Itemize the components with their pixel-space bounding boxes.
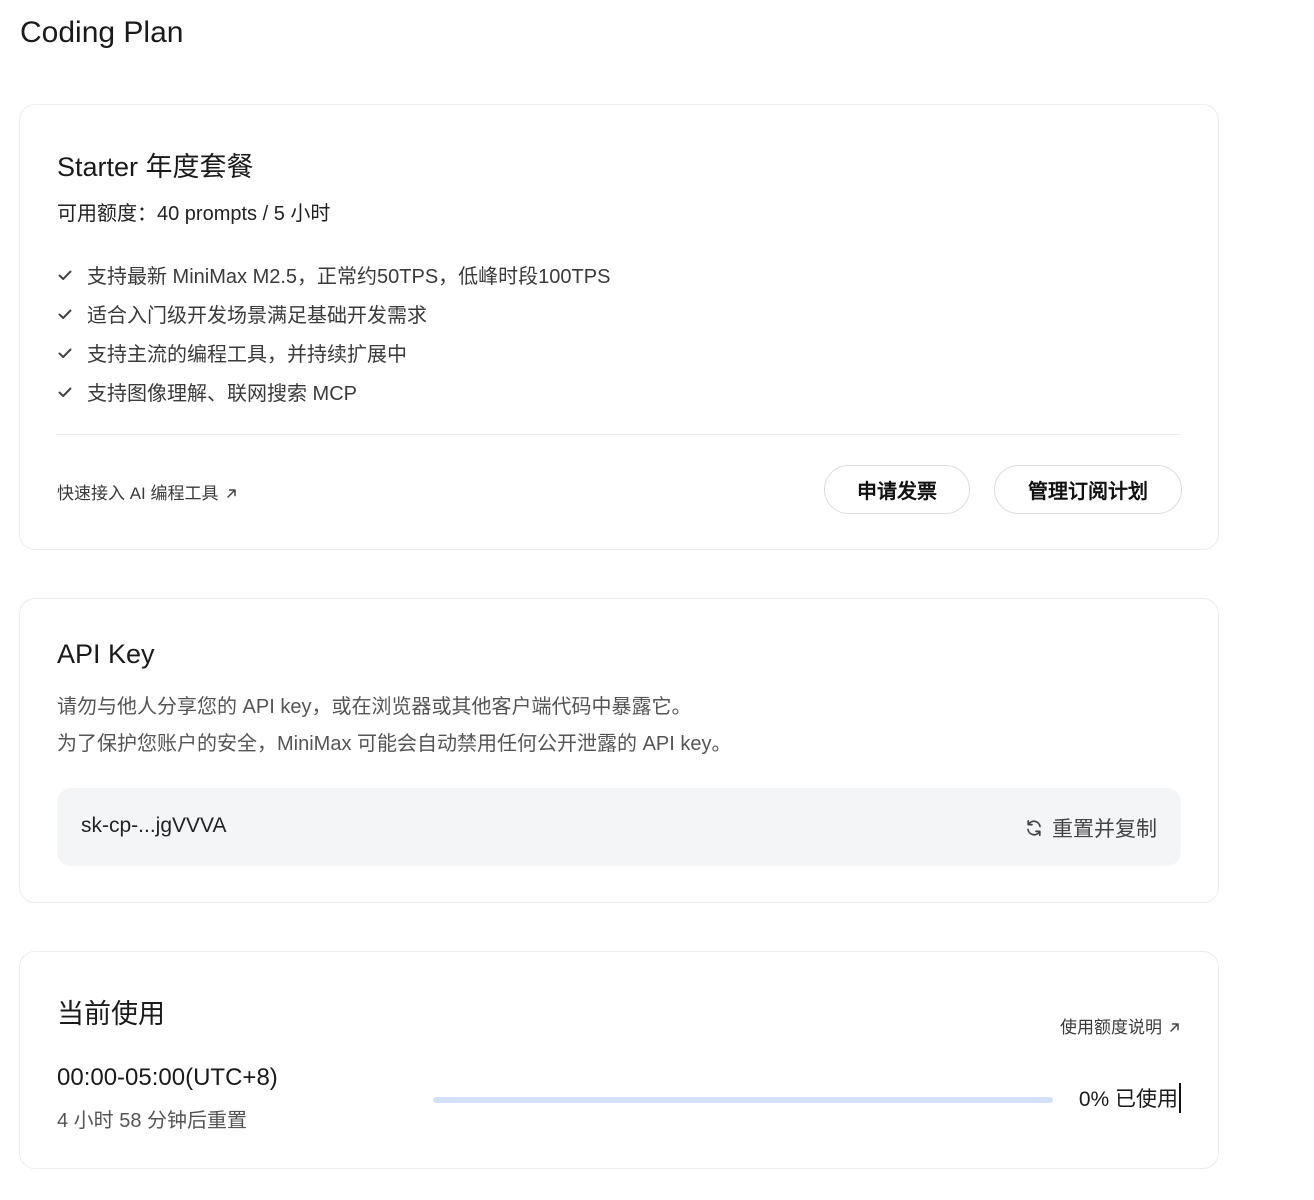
quick-connect-label: 快速接入 AI 编程工具 [57,484,219,503]
plan-name: Starter 年度套餐 [57,152,254,182]
feature-text: 支持图像理解、联网搜索 MCP [87,383,357,405]
page-title: Coding Plan [20,16,184,49]
divider [57,434,1181,435]
manage-subscription-button[interactable]: 管理订阅计划 [994,465,1182,514]
feature-text: 支持主流的编程工具，并持续扩展中 [87,344,407,366]
usage-reset-countdown: 4 小时 58 分钟后重置 [57,1110,248,1132]
feature-text: 支持最新 MiniMax M2.5，正常约50TPS，低峰时段100TPS [87,266,611,288]
usage-card: 当前使用 使用额度说明 00:00-05:00(UTC+8) 4 小时 58 分… [19,951,1219,1169]
reset-and-copy-button[interactable]: 重置并复制 [1024,813,1157,843]
usage-percent: 0% 已使用 [1079,1083,1181,1113]
usage-help-label: 使用额度说明 [1060,1018,1162,1037]
feature-item: 支持主流的编程工具，并持续扩展中 [57,333,610,372]
api-key-title: API Key [57,639,155,669]
feature-item: 支持图像理解、联网搜索 MCP [57,372,610,411]
feature-item: 适合入门级开发场景满足基础开发需求 [57,294,610,333]
api-key-warning: 请勿与他人分享您的 API key，或在浏览器或其他客户端代码中暴露它。 [57,696,692,718]
usage-help-link[interactable]: 使用额度说明 [1060,1013,1181,1038]
arrow-up-right-icon [1168,1019,1181,1032]
api-key-value: sk-cp-...jgVVVA [81,814,227,837]
usage-time-window: 00:00-05:00(UTC+8) [57,1064,278,1091]
request-invoice-button[interactable]: 申请发票 [824,465,970,514]
check-icon [57,265,87,285]
usage-progress-bar [433,1097,1053,1103]
quick-connect-link[interactable]: 快速接入 AI 编程工具 [57,479,238,504]
reset-and-copy-label: 重置并复制 [1052,818,1157,841]
check-icon [57,382,87,402]
api-key-card: API Key 请勿与他人分享您的 API key，或在浏览器或其他客户端代码中… [19,598,1219,903]
check-icon [57,343,87,363]
feature-item: 支持最新 MiniMax M2.5，正常约50TPS，低峰时段100TPS [57,255,610,294]
api-key-box: sk-cp-...jgVVVA 重置并复制 [57,788,1181,866]
refresh-icon [1024,818,1044,838]
usage-title: 当前使用 [57,999,165,1029]
check-icon [57,304,87,324]
feature-text: 适合入门级开发场景满足基础开发需求 [87,305,427,327]
arrow-up-right-icon [225,485,238,498]
plan-quota: 可用额度：40 prompts / 5 小时 [57,203,331,225]
plan-card: Starter 年度套餐 可用额度：40 prompts / 5 小时 支持最新… [19,104,1219,550]
api-key-warning: 为了保护您账户的安全，MiniMax 可能会自动禁用任何公开泄露的 API ke… [57,733,732,755]
feature-list: 支持最新 MiniMax M2.5，正常约50TPS，低峰时段100TPS 适合… [57,255,610,411]
